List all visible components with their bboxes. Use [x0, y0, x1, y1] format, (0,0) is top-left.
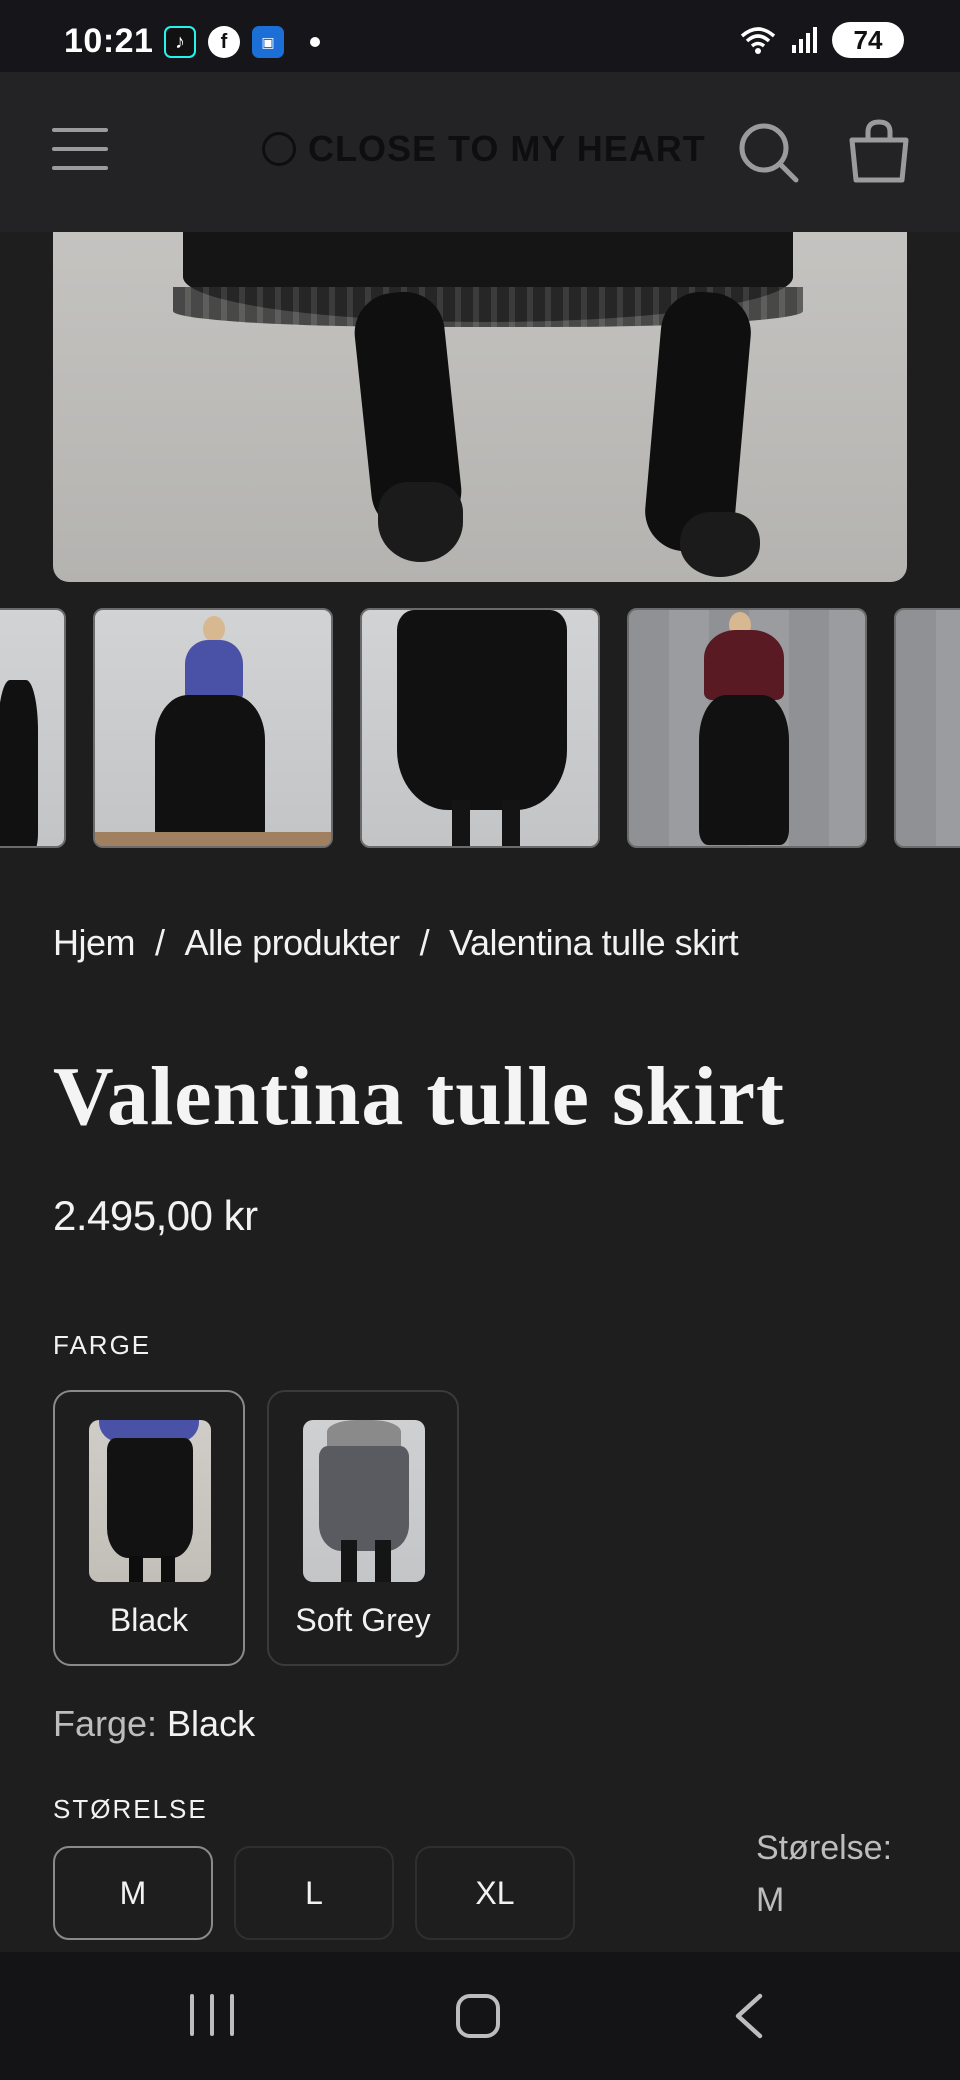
recent-apps-button[interactable] [190, 1994, 234, 2036]
site-header: CLOSE TO MY HEART [0, 72, 960, 232]
breadcrumb-current: Valentina tulle skirt [449, 922, 739, 963]
color-swatch-image [303, 1420, 425, 1582]
facebook-icon: f [208, 26, 240, 58]
back-icon[interactable] [730, 1992, 770, 2040]
status-app-icons: ♪ f ▣ [164, 26, 320, 58]
signal-icon [792, 27, 817, 53]
breadcrumb-separator: / [155, 922, 165, 963]
product-thumbnail[interactable] [894, 608, 960, 848]
size-option-m[interactable]: M [53, 1846, 213, 1940]
product-price: 2.495,00 kr [53, 1192, 258, 1239]
selected-size-value: M [756, 1881, 785, 1919]
menu-button[interactable] [52, 128, 108, 172]
color-option-black[interactable]: Black [53, 1390, 245, 1666]
status-time: 10:21 [64, 22, 154, 60]
wifi-icon [740, 27, 776, 54]
product-thumbnail[interactable] [627, 608, 867, 848]
product-main-image[interactable] [53, 232, 907, 582]
product-thumbnail[interactable] [93, 608, 333, 848]
home-button[interactable] [456, 1994, 500, 2038]
tiktok-icon: ♪ [164, 26, 196, 58]
system-navigation-bar [0, 1952, 960, 2080]
selected-size: Størelse: M [756, 1822, 892, 1926]
color-section-label: FARGE [53, 1330, 152, 1360]
color-option-soft-grey[interactable]: Soft Grey [267, 1390, 459, 1666]
color-swatch-image [89, 1420, 211, 1582]
brand-logo-icon [262, 132, 296, 166]
selected-color-label: Farge: [53, 1703, 158, 1744]
size-option-xl[interactable]: XL [415, 1846, 575, 1940]
brand-logo-link[interactable]: CLOSE TO MY HEART [262, 128, 706, 170]
shopping-bag-icon[interactable] [846, 118, 912, 184]
color-option-label: Soft Grey [295, 1602, 431, 1638]
selected-size-label: Størelse: [756, 1829, 893, 1867]
recent-apps-icon [190, 1994, 194, 2036]
breadcrumb-home-link[interactable]: Hjem [53, 922, 136, 964]
brand-name: CLOSE TO MY HEART [308, 128, 706, 169]
product-title: Valentina tulle skirt [53, 1050, 785, 1143]
color-option-label: Black [109, 1602, 189, 1638]
breadcrumb: Hjem / Alle produkter / Valentina tulle … [53, 922, 739, 964]
status-right: 74 [738, 22, 904, 58]
breadcrumb-all-products-link[interactable]: Alle produkter [185, 922, 401, 964]
size-option-l[interactable]: L [234, 1846, 394, 1940]
news-app-icon: ▣ [252, 26, 284, 58]
size-section-label: STØRELSE [53, 1794, 208, 1824]
breadcrumb-separator: / [419, 922, 430, 963]
notification-dot-icon [310, 37, 320, 47]
selected-color-value: Black [167, 1703, 256, 1744]
status-bar: 10:21 ♪ f ▣ 74 [0, 0, 960, 72]
product-thumbnail[interactable] [360, 608, 600, 848]
menu-icon [52, 128, 108, 132]
product-thumbnail-strip [0, 608, 960, 848]
selected-color: Farge: Black [53, 1703, 255, 1745]
search-icon[interactable] [736, 120, 800, 184]
product-thumbnail[interactable] [0, 608, 66, 848]
battery-indicator: 74 [832, 22, 904, 58]
